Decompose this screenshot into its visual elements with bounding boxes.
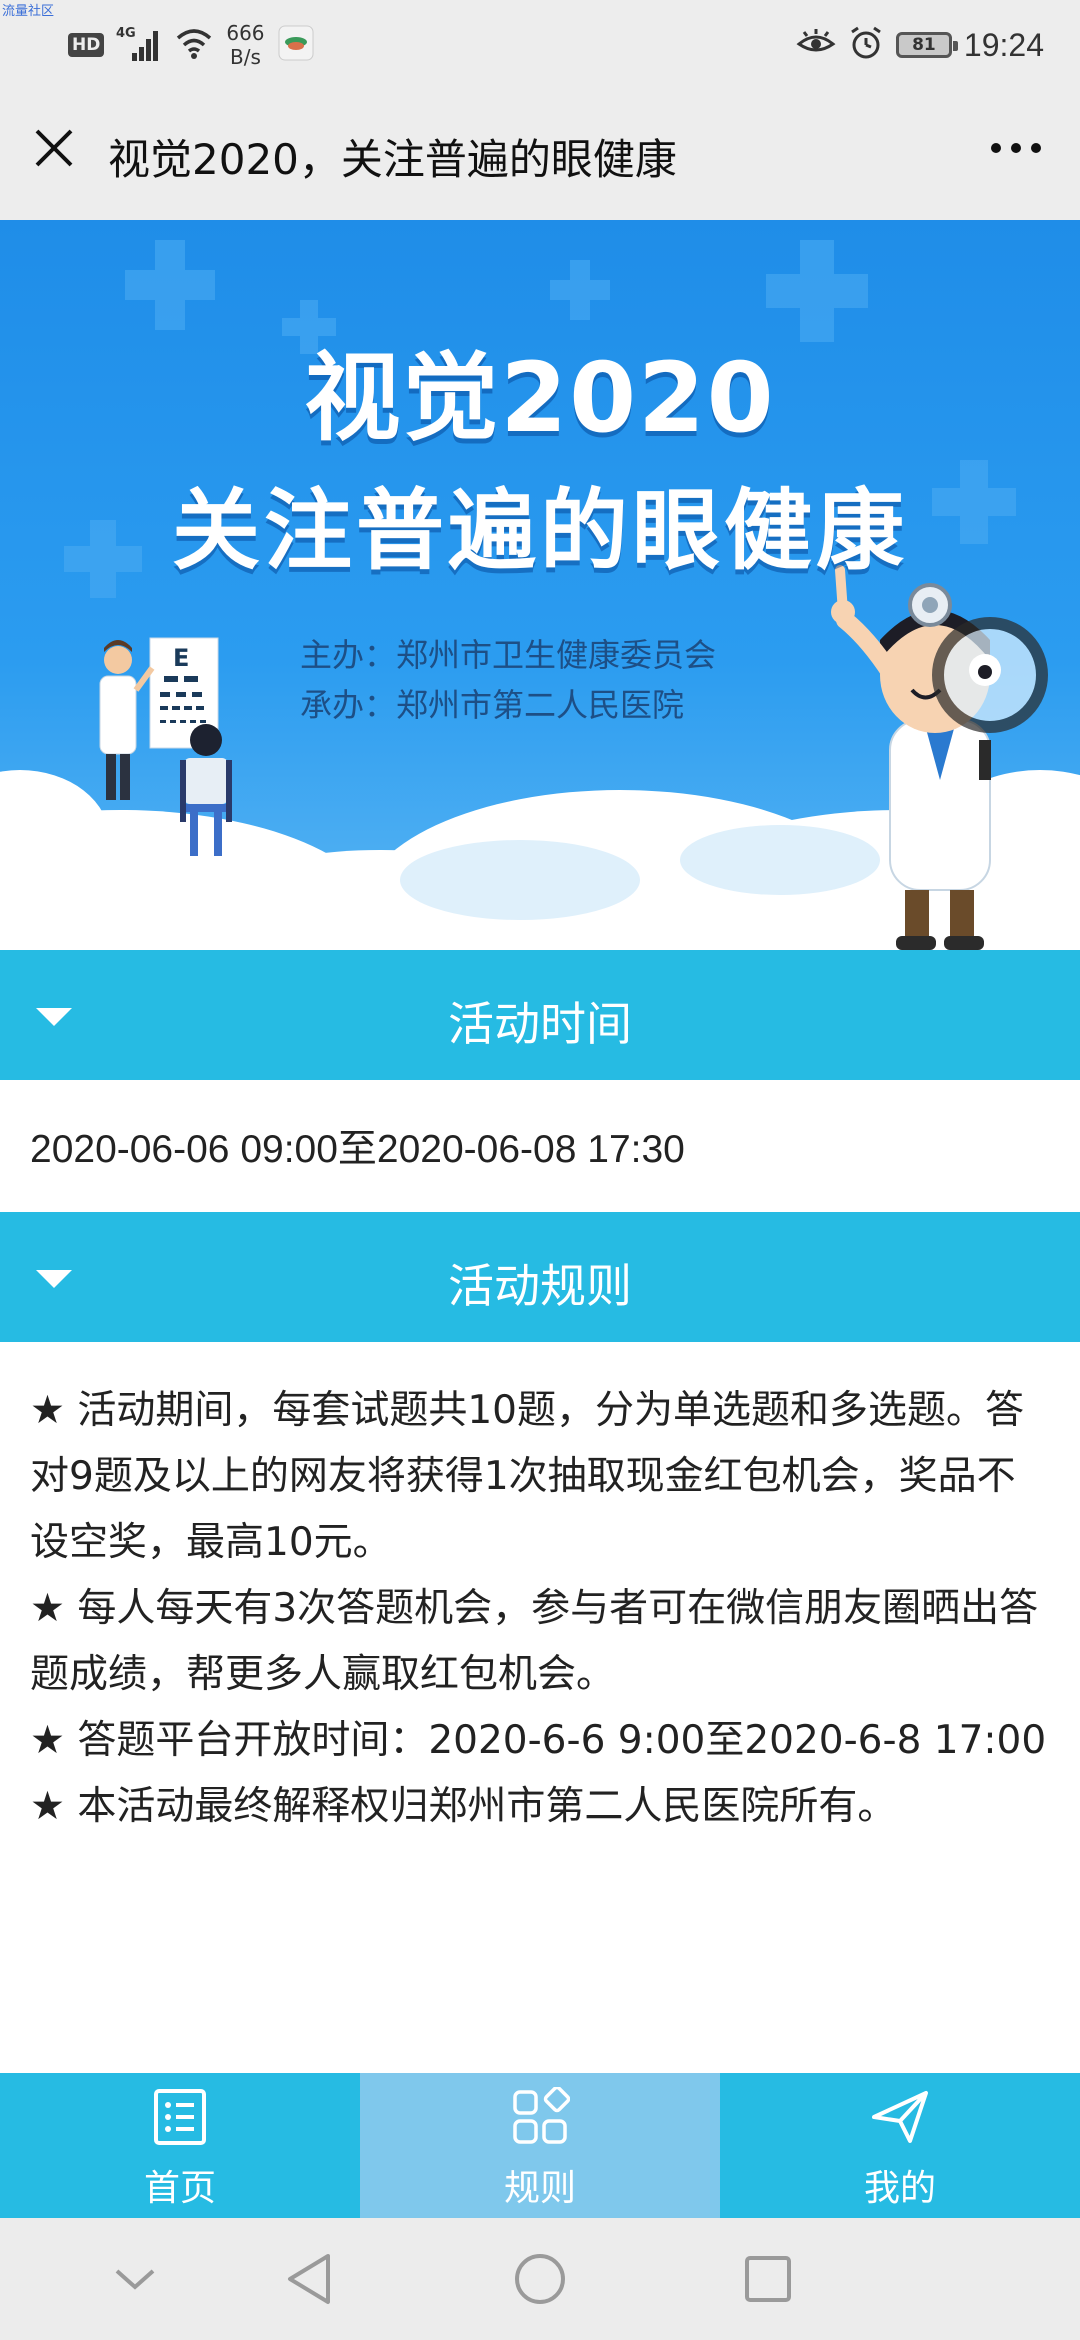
wifi-icon <box>174 26 214 64</box>
speed-unit: B/s <box>229 45 261 69</box>
home-button[interactable] <box>505 2244 575 2314</box>
eye-chart-letter: E <box>173 644 189 672</box>
send-icon <box>872 2091 928 2143</box>
rule-item: ★ 本活动最终解释权归郑州市第二人民医院所有。 <box>30 1784 897 1829</box>
system-navigation-bar <box>0 2218 1080 2340</box>
list-icon <box>154 2089 206 2145</box>
banner-title-line1: 视觉2020 <box>304 342 776 454</box>
activity-rules-list: ★ 活动期间，每套试题共10题，分为单选题和多选题。答对9题及以上的网友将获得1… <box>30 1378 1050 1840</box>
status-left: HD 4G 666 B/s <box>68 20 315 70</box>
chevron-down-icon <box>115 2269 155 2290</box>
app-notification-icon <box>277 24 315 66</box>
close-button[interactable] <box>22 116 86 180</box>
banner-title-line2: 关注普遍的眼健康 <box>171 479 908 582</box>
signal-icon: 4G <box>116 23 162 67</box>
back-triangle-icon <box>288 2254 330 2304</box>
alarm-icon <box>848 25 884 65</box>
tab-rules[interactable]: 规则 <box>360 2073 720 2218</box>
more-options-button[interactable] <box>976 116 1056 180</box>
battery-indicator: 81 <box>895 32 958 58</box>
status-right: 81 19:24 <box>796 20 1044 70</box>
network-speed: 666 B/s <box>226 21 264 69</box>
tab-rules-label: 规则 <box>503 2168 576 2209</box>
speed-value: 666 <box>226 21 265 45</box>
banner-co-organizer: 承办：郑州市第二人民医院 <box>300 686 685 724</box>
activity-time-title: 活动时间 <box>448 997 632 1051</box>
activity-time-header[interactable]: 活动时间 <box>0 950 1080 1080</box>
recents-square-icon <box>745 2256 791 2302</box>
activity-time-value: 2020-06-06 09:00至2020-06-08 17:30 <box>30 1128 685 1171</box>
tab-home-label: 首页 <box>143 2168 216 2209</box>
activity-rules-title: 活动规则 <box>448 1259 632 1313</box>
back-button[interactable] <box>274 2244 344 2314</box>
tab-mine[interactable]: 我的 <box>720 2073 1080 2218</box>
clock: 19:24 <box>963 26 1044 63</box>
tab-mine-label: 我的 <box>863 2168 936 2209</box>
hd-badge: HD <box>68 33 105 57</box>
network-type: 4G <box>116 26 136 41</box>
bottom-tab-bar: 首页 规则 我的 <box>0 2073 1080 2218</box>
close-icon <box>35 129 73 167</box>
banner-organizer: 主办：郑州市卫生健康委员会 <box>300 636 717 674</box>
rule-item: ★ 活动期间，每套试题共10题，分为单选题和多选题。答对9题及以上的网友将获得1… <box>30 1388 1024 1565</box>
grid-icon <box>513 2087 570 2144</box>
tab-home[interactable]: 首页 <box>0 2073 360 2218</box>
watermark-text: 流量社区 <box>2 4 55 19</box>
hide-keyboard-button[interactable] <box>100 2244 170 2314</box>
status-bar: 流量社区 HD 4G 666 B/s 81 19:24 <box>0 0 1080 90</box>
title-bar: 视觉2020，关注普遍的眼健康 <box>0 90 1080 220</box>
activity-rules-header[interactable]: 活动规则 <box>0 1212 1080 1342</box>
more-icon <box>991 143 1041 153</box>
eye-comfort-icon <box>796 28 836 62</box>
event-banner: E 视觉2020 关注普遍的眼健康 主办：郑州市卫生健康委员会 承办：郑州市第二… <box>0 220 1080 950</box>
rule-item: ★ 每人每天有3次答题机会，参与者可在微信朋友圈晒出答题成绩，帮更多人赢取红包机… <box>30 1586 1039 1697</box>
recents-button[interactable] <box>733 2244 803 2314</box>
page-title: 视觉2020，关注普遍的眼健康 <box>108 135 677 184</box>
home-circle-icon <box>515 2254 565 2304</box>
rule-item: ★ 答题平台开放时间：2020-6-6 9:00至2020-6-8 17:00 <box>30 1718 1047 1763</box>
